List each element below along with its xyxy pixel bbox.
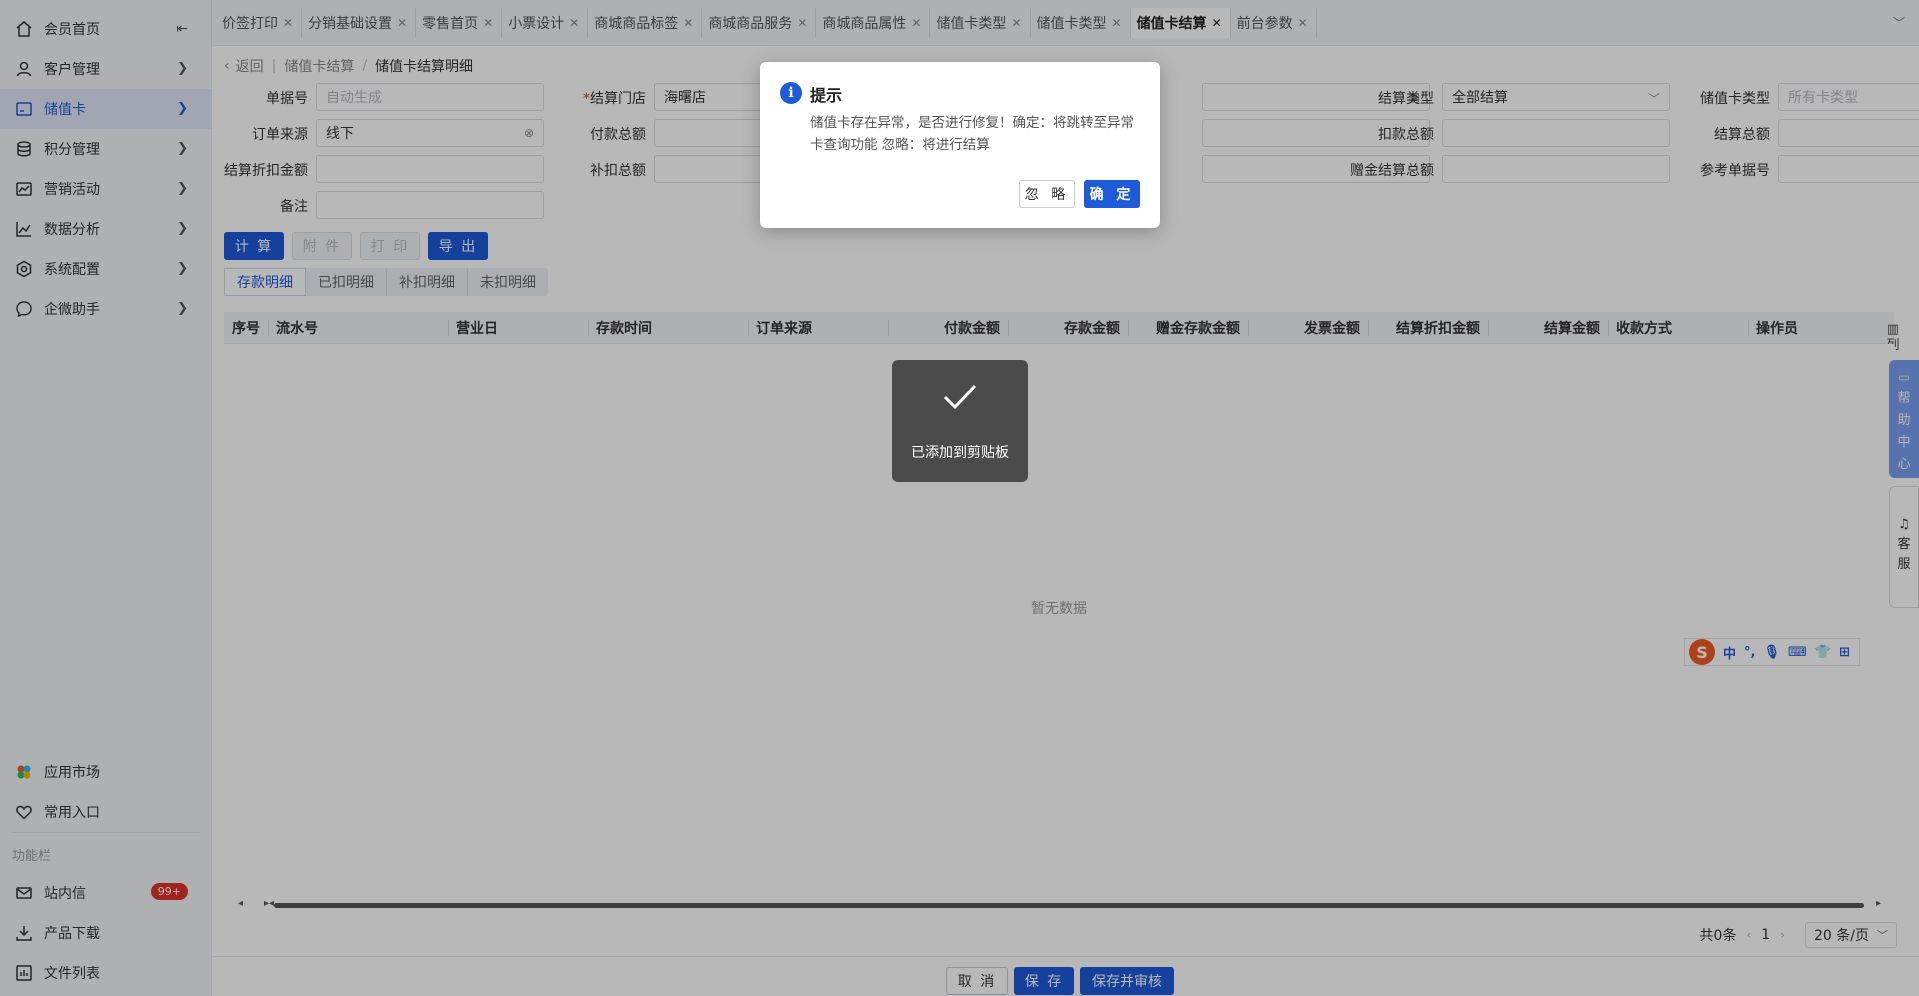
info-icon: i (780, 82, 802, 104)
toast-text: 已添加到剪贴板 (911, 445, 1009, 461)
confirm-button[interactable]: 确 定 (1084, 180, 1140, 208)
ignore-button[interactable]: 忽 略 (1019, 180, 1075, 208)
dialog-title: 提示 (810, 86, 843, 105)
check-icon (943, 384, 977, 410)
confirm-dialog: i 提示 储值卡存在异常，是否进行修复！确定：将跳转至异常卡查询功能 忽略：将进… (760, 62, 1160, 228)
copy-toast: 已添加到剪贴板 (892, 360, 1028, 482)
dialog-message: 储值卡存在异常，是否进行修复！确定：将跳转至异常卡查询功能 忽略：将进行结算 (810, 115, 1134, 153)
